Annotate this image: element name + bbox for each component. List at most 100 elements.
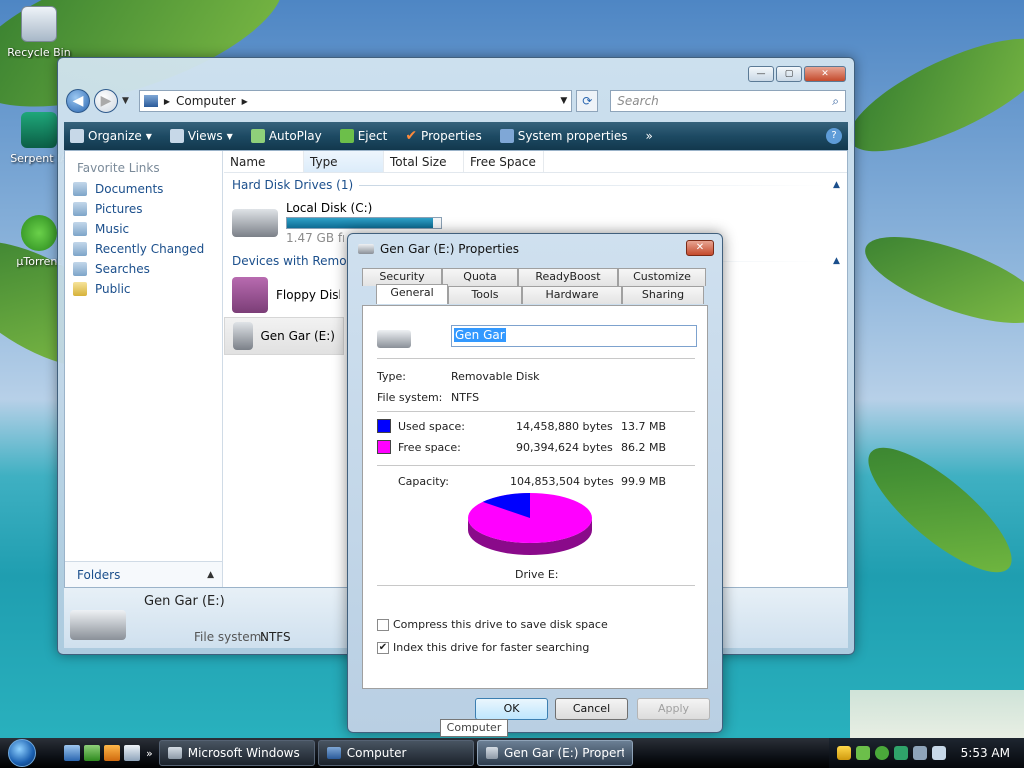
computer-icon bbox=[326, 747, 341, 759]
back-button[interactable]: ◀ bbox=[66, 89, 90, 113]
system-tray: 5:53 AM bbox=[828, 738, 1024, 768]
apply-button[interactable]: Apply bbox=[637, 698, 710, 720]
group-hard-disk-drives[interactable]: Hard Disk Drives (1) ▲ bbox=[224, 173, 847, 197]
search-input[interactable]: Search ⌕ bbox=[610, 90, 846, 112]
quick-launch-overflow[interactable]: » bbox=[146, 747, 153, 760]
index-checkbox[interactable]: ✔ Index this drive for faster searching bbox=[377, 641, 589, 654]
divider bbox=[377, 585, 695, 586]
network-icon[interactable] bbox=[855, 746, 870, 760]
chevron-down-icon: ▼ bbox=[226, 131, 233, 141]
system-properties-icon bbox=[499, 129, 514, 143]
eject-button[interactable]: Eject bbox=[339, 129, 387, 143]
views-label: Views bbox=[187, 129, 223, 143]
favorite-link-searches[interactable]: Searches bbox=[65, 259, 222, 279]
toolbar-overflow-button[interactable]: » bbox=[646, 129, 653, 143]
column-header-name[interactable]: Name bbox=[224, 151, 304, 172]
collapse-icon[interactable]: ▲ bbox=[833, 256, 847, 266]
taskbar-button-computer[interactable]: Computer bbox=[317, 740, 474, 766]
index-label: Index this drive for faster searching bbox=[393, 641, 590, 654]
breadcrumb-separator-icon[interactable]: ▶ bbox=[164, 97, 170, 106]
column-header-total-size[interactable]: Total Size bbox=[384, 151, 464, 172]
organize-button[interactable]: Organize ▼ bbox=[70, 129, 152, 143]
column-header-type[interactable]: Type bbox=[304, 151, 384, 172]
tab-readyboost[interactable]: ReadyBoost bbox=[518, 268, 618, 286]
maximize-button[interactable]: ▢ bbox=[776, 66, 802, 82]
type-label: Type: bbox=[377, 370, 406, 383]
free-space-label: Free space: bbox=[398, 441, 461, 454]
ok-button[interactable]: OK bbox=[475, 698, 548, 720]
favorite-link-label: Pictures bbox=[95, 202, 143, 216]
taskbar-button-properties[interactable]: Gen Gar (E:) Properti... bbox=[476, 740, 633, 766]
compress-checkbox[interactable]: Compress this drive to save disk space bbox=[377, 618, 608, 631]
minimize-button[interactable]: — bbox=[748, 66, 774, 82]
start-button[interactable] bbox=[0, 738, 44, 768]
checkbox-box[interactable]: ✔ bbox=[377, 641, 389, 654]
free-space-mb: 86.2 MB bbox=[621, 441, 667, 454]
favorite-link-label: Music bbox=[95, 222, 130, 236]
tab-hardware[interactable]: Hardware bbox=[522, 286, 622, 304]
tab-tools[interactable]: Tools bbox=[448, 286, 522, 304]
refresh-button[interactable]: ⟳ bbox=[576, 90, 599, 112]
browser-icon[interactable] bbox=[124, 745, 140, 761]
column-header-free-space[interactable]: Free Space bbox=[464, 151, 544, 172]
switch-windows-icon[interactable] bbox=[84, 745, 100, 761]
folders-label: Folders bbox=[77, 567, 121, 582]
folders-toggle[interactable]: Folders ▲ bbox=[65, 561, 222, 587]
security-shield-icon[interactable] bbox=[836, 746, 851, 760]
searches-icon bbox=[73, 262, 87, 276]
display-icon[interactable] bbox=[912, 746, 927, 760]
tab-sharing[interactable]: Sharing bbox=[622, 286, 704, 304]
cancel-button[interactable]: Cancel bbox=[555, 698, 628, 720]
favorite-link-documents[interactable]: Documents bbox=[65, 179, 222, 199]
tab-general[interactable]: General bbox=[376, 284, 448, 304]
close-button[interactable]: ✕ bbox=[804, 66, 846, 82]
favorite-link-label: Searches bbox=[95, 262, 150, 276]
clock[interactable]: 5:53 AM bbox=[961, 746, 1010, 760]
organize-icon bbox=[70, 129, 84, 143]
favorite-link-label: Documents bbox=[95, 182, 164, 196]
address-dropdown-icon[interactable]: ▼ bbox=[560, 96, 571, 106]
favorite-link-pictures[interactable]: Pictures bbox=[65, 199, 222, 219]
system-properties-button[interactable]: System properties bbox=[499, 129, 628, 143]
desktop-icon-recycle-bin[interactable]: Recycle Bin bbox=[4, 6, 74, 59]
collapse-icon[interactable]: ▲ bbox=[833, 180, 847, 190]
views-button[interactable]: Views ▼ bbox=[169, 129, 233, 143]
forward-button[interactable]: ▶ bbox=[93, 89, 118, 113]
volume-icon[interactable] bbox=[931, 746, 946, 760]
media-player-icon[interactable] bbox=[104, 745, 120, 761]
drive-free-text: 1.47 GB free of 30.0 GB bbox=[286, 231, 344, 245]
window-icon bbox=[167, 747, 182, 759]
vpn-icon[interactable] bbox=[893, 746, 908, 760]
autoplay-button[interactable]: AutoPlay bbox=[250, 129, 322, 143]
dialog-title-bar: Gen Gar (E:) Properties bbox=[358, 242, 519, 256]
drive-gengar-e[interactable]: Gen Gar (E:) bbox=[224, 317, 344, 355]
show-desktop-icon[interactable] bbox=[64, 745, 80, 761]
details-drive-name: Gen Gar (E:) bbox=[144, 594, 225, 609]
favorite-link-public[interactable]: Public bbox=[65, 279, 222, 299]
utorrent-tray-icon[interactable] bbox=[874, 746, 889, 760]
help-icon[interactable]: ? bbox=[826, 128, 842, 144]
address-bar[interactable]: ▶ Computer ▶ ▼ bbox=[138, 90, 573, 112]
task-label: Gen Gar (E:) Properti... bbox=[503, 746, 624, 760]
search-placeholder: Search bbox=[617, 94, 659, 108]
navigation-pane: Favorite Links Documents Pictures Music … bbox=[65, 151, 223, 587]
favorite-link-music[interactable]: Music bbox=[65, 219, 222, 239]
checkmark-icon: ✔ bbox=[405, 128, 418, 144]
type-value: Removable Disk bbox=[451, 370, 540, 383]
search-icon[interactable]: ⌕ bbox=[832, 94, 839, 109]
favorite-link-recently-changed[interactable]: Recently Changed bbox=[65, 239, 222, 259]
tab-quota[interactable]: Quota bbox=[442, 268, 518, 286]
compress-label: Compress this drive to save disk space bbox=[393, 618, 608, 631]
breadcrumb-separator-icon[interactable]: ▶ bbox=[242, 97, 248, 106]
recent-pages-dropdown[interactable]: ▼ bbox=[122, 96, 129, 106]
drive-name-input[interactable]: Gen Gar bbox=[451, 325, 697, 347]
drive-icon bbox=[485, 747, 498, 759]
taskbar-button-microsoft-windows[interactable]: Microsoft Windows bbox=[158, 740, 315, 766]
checkbox-box[interactable] bbox=[377, 618, 389, 631]
recycle-bin-icon bbox=[21, 6, 57, 42]
breadcrumb-computer[interactable]: Computer bbox=[176, 94, 236, 108]
computer-icon bbox=[143, 95, 158, 107]
tab-customize[interactable]: Customize bbox=[618, 268, 706, 286]
properties-button[interactable]: ✔ Properties bbox=[405, 128, 481, 144]
dialog-close-button[interactable]: ✕ bbox=[686, 240, 714, 256]
